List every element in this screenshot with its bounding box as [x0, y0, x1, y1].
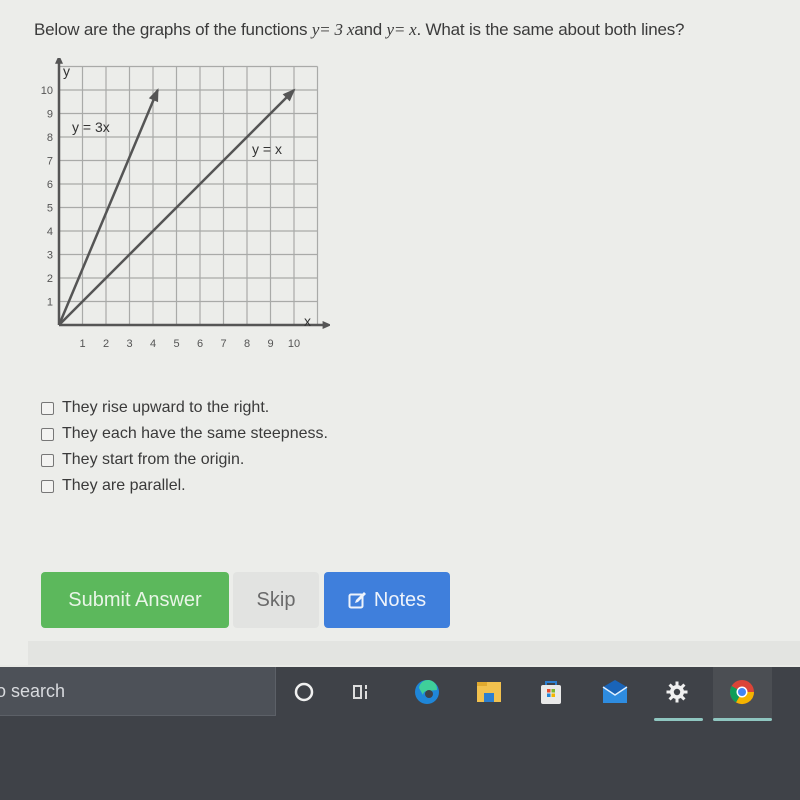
answer-choice[interactable]: They are parallel. — [41, 473, 328, 499]
file-explorer-icon[interactable] — [474, 677, 504, 707]
action-buttons: Submit Answer Skip Notes — [41, 572, 450, 628]
footer-strip — [28, 641, 800, 665]
x-tick-label: 10 — [288, 338, 300, 350]
submit-answer-button[interactable]: Submit Answer — [41, 572, 229, 628]
y-tick-label: 9 — [47, 109, 53, 121]
settings-active-indicator — [654, 718, 703, 721]
y-tick-label: 7 — [47, 156, 53, 168]
store-icon[interactable] — [536, 677, 566, 707]
y-axis-label: y — [63, 63, 70, 79]
y-tick-label: 4 — [47, 226, 53, 238]
cortana-icon[interactable] — [289, 677, 319, 707]
taskbar-search-box[interactable]: o search — [0, 667, 276, 716]
y-tick-label: 2 — [47, 273, 53, 285]
y-tick-label: 3 — [47, 250, 53, 262]
y-tick-label: 10 — [41, 85, 53, 97]
y-tick-label: 1 — [47, 297, 53, 309]
question-suffix: . What is the same about both lines? — [416, 20, 685, 39]
choice-label: They are parallel. — [62, 477, 186, 494]
x-axis-label: x — [304, 313, 311, 329]
y-tick-label: 5 — [47, 203, 53, 215]
x-tick-label: 3 — [126, 338, 132, 350]
x-tick-label: 4 — [150, 338, 156, 350]
choice-label: They start from the origin. — [62, 451, 245, 468]
answer-choices: They rise upward to the right. They each … — [41, 395, 328, 499]
notes-label: Notes — [373, 588, 427, 611]
function-graph: 1 2 3 4 5 6 7 8 9 10 1 2 3 4 5 6 7 8 9 10 y = 3x y = x x y — [30, 58, 330, 358]
series-label-y-3x: y = 3x — [72, 119, 110, 135]
taskbar: o search — [0, 667, 800, 800]
equation-2: y= x — [386, 20, 417, 39]
search-placeholder: o search — [0, 680, 66, 701]
x-tick-label: 1 — [79, 338, 85, 350]
task-view-icon[interactable] — [346, 677, 376, 707]
x-tick-label: 7 — [220, 338, 226, 350]
x-tick-label: 6 — [197, 338, 203, 350]
x-tick-label: 8 — [244, 338, 250, 350]
question-text: Below are the graphs of the functions y=… — [34, 20, 794, 40]
x-tick-label: 5 — [173, 338, 179, 350]
answer-choice[interactable]: They rise upward to the right. — [41, 395, 328, 421]
answer-choice[interactable]: They each have the same steepness. — [41, 421, 328, 447]
checkbox[interactable] — [41, 401, 54, 415]
y-tick-label: 8 — [47, 132, 53, 144]
checkbox[interactable] — [41, 479, 54, 493]
y-tick-label: 6 — [47, 179, 53, 191]
edit-icon — [348, 591, 368, 609]
settings-icon[interactable] — [662, 677, 692, 707]
chrome-icon[interactable] — [727, 677, 757, 707]
question-middle: and — [354, 20, 387, 39]
skip-button[interactable]: Skip — [233, 572, 319, 628]
mail-icon[interactable] — [600, 677, 630, 707]
answer-choice[interactable]: They start from the origin. — [41, 447, 328, 473]
equation-1: y= 3 x — [311, 20, 355, 39]
checkbox[interactable] — [41, 427, 54, 441]
chrome-active-indicator — [713, 718, 772, 721]
series-label-y-x: y = x — [252, 141, 282, 157]
edge-icon[interactable] — [412, 677, 442, 707]
choice-label: They rise upward to the right. — [62, 399, 270, 416]
quiz-page: Below are the graphs of the functions y=… — [0, 0, 800, 665]
notes-button[interactable]: Notes — [324, 572, 450, 628]
checkbox[interactable] — [41, 453, 54, 467]
x-tick-label: 2 — [103, 338, 109, 350]
choice-label: They each have the same steepness. — [62, 425, 328, 442]
x-tick-label: 9 — [267, 338, 273, 350]
question-prefix: Below are the graphs of the functions — [34, 20, 312, 39]
